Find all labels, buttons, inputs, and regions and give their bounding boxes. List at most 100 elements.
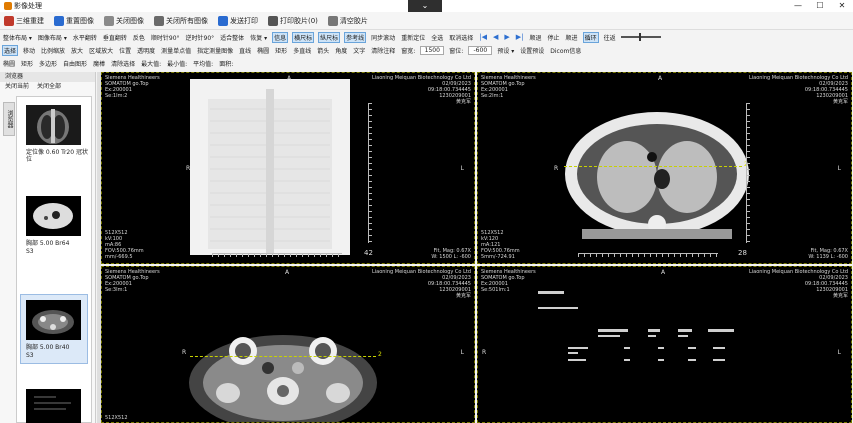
- roi-stat-label: 最大值:: [141, 60, 162, 68]
- toolbar-button[interactable]: 三维重建: [4, 15, 44, 26]
- maximize-button[interactable]: ☐: [809, 0, 831, 12]
- orientation-right: L: [837, 165, 841, 172]
- overlay-toggle[interactable]: 横尺标: [292, 31, 315, 43]
- tool-button[interactable]: 位置: [118, 46, 132, 55]
- toolbar-button[interactable]: 关闭所有图像: [154, 15, 208, 26]
- display-tool-button[interactable]: 整体布局 ▾: [2, 33, 33, 42]
- display-tool-button[interactable]: 重新定位: [400, 33, 426, 42]
- thumbnail-report[interactable]: [26, 389, 81, 423]
- viewer-info-bottom-right: Fit, Mag: 0.67X W: 1139 L: -600: [808, 248, 848, 260]
- overlay-toggle[interactable]: 参考线: [344, 31, 367, 43]
- display-tool-button[interactable]: 取消选择: [448, 33, 474, 42]
- app-icon: [4, 2, 12, 10]
- display-tool-button[interactable]: 反色: [132, 33, 146, 42]
- reference-line[interactable]: [190, 356, 376, 357]
- thumbnail-label: 定位像 0.60 Tr20 冠状位: [26, 149, 88, 163]
- roi-tool-button[interactable]: 自由图形: [62, 59, 88, 68]
- window-width-input[interactable]: 1500: [420, 45, 445, 55]
- tool-button[interactable]: 移动: [22, 46, 36, 55]
- tool-button[interactable]: 矩形: [274, 46, 288, 55]
- reference-line[interactable]: [564, 166, 742, 167]
- app-window: 影像处理 ⌄ — ☐ ✕ 三维重建 重置图像 关闭图像 关闭所有图像 发送打印 打印胶片(…: [0, 0, 853, 423]
- speed-slider[interactable]: [620, 33, 661, 41]
- viewer-3[interactable]: 2 Siemens Healthineers SOMATOM go.Top Ex:2…: [101, 266, 475, 423]
- roi-tool-button[interactable]: 矩形: [20, 59, 34, 68]
- tool-button: 窗宽:: [401, 47, 416, 55]
- viewer-2[interactable]: 2 Siemens HealthineersSOMATOM go.TopEx:2…: [477, 72, 852, 264]
- overlay-toggle[interactable]: 信息: [272, 31, 289, 43]
- tool-button[interactable]: 比例缩放: [40, 46, 66, 55]
- viewer-4[interactable]: Siemens Healthineers SOMATOM go.Top Ex:200…: [477, 266, 852, 423]
- overlay-toggle[interactable]: 纵尺标: [318, 31, 341, 43]
- orientation-right: L: [460, 165, 464, 172]
- overlay-text-line: 黄克军: [455, 99, 471, 105]
- navigation-button[interactable]: ▶|: [515, 33, 525, 41]
- close-button[interactable]: ✕: [831, 0, 853, 12]
- window-level-input[interactable]: -600: [468, 45, 493, 55]
- tool-button[interactable]: 指定测量图像: [196, 46, 234, 55]
- navigation-button[interactable]: ▶: [503, 33, 510, 41]
- display-tool-button[interactable]: 垂直翻转: [102, 33, 128, 42]
- display-tool-button[interactable]: 顺时针90°: [150, 33, 181, 42]
- playback-button[interactable]: 顺进: [565, 33, 579, 42]
- minimize-button[interactable]: —: [787, 0, 809, 12]
- navigation-button[interactable]: ◀: [492, 33, 499, 41]
- overlay-text-line: Se:2Im:1: [481, 93, 504, 99]
- viewer-info-top-left: Siemens Healthineers SOMATOM go.Top Ex:200…: [105, 75, 160, 99]
- playback-button[interactable]: 顺退: [529, 33, 543, 42]
- viewer-1[interactable]: Siemens Healthineers SOMATOM go.Top Ex:200…: [101, 72, 475, 264]
- tool-button[interactable]: 选择: [2, 44, 19, 56]
- display-tool-button[interactable]: 适合整体: [219, 33, 245, 42]
- display-tool-button[interactable]: 图像布局 ▾: [37, 33, 68, 42]
- tool-button[interactable]: 角度: [334, 46, 348, 55]
- display-tool-button[interactable]: 恢复 ▾: [249, 33, 268, 42]
- viewer-info-top-right: Liaoning Meiquan Biotechnology Co Ltd 02/…: [749, 75, 848, 105]
- overlay-text-line: 黄克军: [832, 293, 848, 299]
- tool-button[interactable]: 文字: [352, 46, 366, 55]
- tool-button[interactable]: 椭圆: [256, 46, 270, 55]
- thumbnail-scout[interactable]: [26, 105, 81, 145]
- roi-tool-button[interactable]: 清除选择: [110, 59, 136, 68]
- tool-button[interactable]: 直线: [238, 46, 252, 55]
- browser-vertical-tab[interactable]: 浏览器: [3, 102, 15, 136]
- display-tool-button[interactable]: 全选: [430, 33, 444, 42]
- overlay-text-line: W: 1500 L: -600: [431, 254, 471, 260]
- toolbar-button-label: 清空胶片: [339, 16, 368, 25]
- toolbar-button[interactable]: 重置图像: [54, 15, 94, 26]
- thumbnail-label: 胸部 5.00 Br40: [26, 344, 70, 351]
- display-tool-button[interactable]: 逆时针90°: [185, 33, 216, 42]
- toolbar-button-icon: [104, 15, 114, 26]
- tool-button[interactable]: 透明度: [136, 46, 156, 55]
- toolbar-button[interactable]: 关闭图像: [104, 15, 144, 26]
- tool-button[interactable]: 区域放大: [88, 46, 114, 55]
- pingpong-toggle[interactable]: 往返: [603, 33, 617, 42]
- roi-tool-button[interactable]: 多边形: [38, 59, 58, 68]
- toolbar-button[interactable]: 清空胶片: [327, 15, 368, 26]
- preset-dropdown[interactable]: 预设 ▾: [496, 46, 515, 55]
- playback-button[interactable]: 停止: [547, 33, 561, 42]
- tool-button[interactable]: 放大: [70, 46, 84, 55]
- roi-tool-button[interactable]: 椭圆: [2, 59, 16, 68]
- close-all-button[interactable]: 关闭全部: [37, 82, 61, 92]
- close-current-button[interactable]: 关闭当前: [5, 82, 29, 92]
- thumbnail-chest-br64[interactable]: [26, 196, 81, 236]
- tools-toolbar: 选择 移动 比例缩放 放大 区域放大 位置 透明度 测量单点值 指定测量图像 直线 椭圆 矩形 多直线箭…: [0, 44, 853, 56]
- dicom-info-button[interactable]: Dicom信息: [549, 46, 582, 55]
- tool-button[interactable]: 测量单点值: [160, 46, 192, 55]
- toolbar-button[interactable]: 发送打印: [218, 15, 258, 26]
- navigation-button[interactable]: |◀: [478, 33, 488, 41]
- set-preset-button[interactable]: 设置预设: [519, 46, 545, 55]
- toolbar-button-icon: [54, 15, 64, 26]
- loop-toggle[interactable]: 循环: [582, 31, 599, 43]
- thumbnail-chest-br40[interactable]: [26, 300, 81, 340]
- tool-button[interactable]: 多直线: [292, 46, 312, 55]
- roi-tool-button[interactable]: 魔棒: [92, 59, 106, 68]
- display-tool-button[interactable]: 水平翻转: [72, 33, 98, 42]
- display-tool-button[interactable]: 同步滚动: [370, 33, 396, 42]
- chevron-down-icon[interactable]: ⌄: [408, 0, 442, 12]
- tool-button[interactable]: 箭头: [316, 46, 330, 55]
- report-image: [34, 396, 71, 410]
- tool-button[interactable]: 清除注释: [370, 46, 396, 55]
- viewer-info-top-left: Siemens Healthineers SOMATOM go.Top Ex:200…: [481, 269, 536, 293]
- toolbar-button[interactable]: 打印胶片(0): [268, 15, 318, 26]
